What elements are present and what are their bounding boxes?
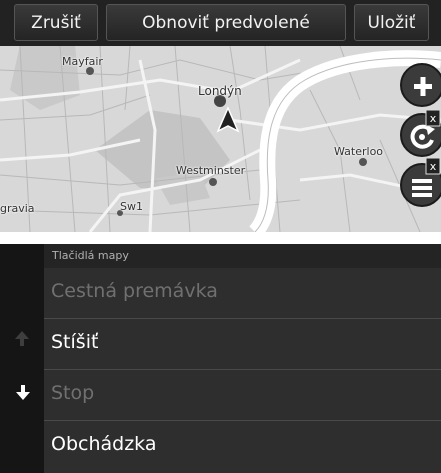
zoom-in-icon: [414, 77, 432, 96]
remove-badge-icon[interactable]: x: [425, 107, 441, 127]
zoom-in-button[interactable]: [400, 63, 441, 107]
scroll-down-icon[interactable]: [15, 384, 31, 402]
map-buttons-menu: Tlačidlá mapy Cestná premávka Stíšiť Sto…: [0, 244, 441, 473]
list-item-detour[interactable]: Obchádzka: [44, 421, 441, 472]
svg-text:x: x: [430, 112, 437, 125]
list-item-traffic[interactable]: Cestná premávka: [44, 268, 441, 319]
list-item-label: Cestná premávka: [51, 280, 218, 302]
map-label: Mayfair: [62, 55, 103, 68]
save-button[interactable]: Uložiť: [354, 4, 429, 41]
menu-list: Tlačidlá mapy Cestná premávka Stíšiť Sto…: [44, 244, 441, 473]
list-item-mute[interactable]: Stíšiť: [44, 319, 441, 370]
list-item-stop[interactable]: Stop: [44, 370, 441, 421]
map-label: gravia: [0, 202, 35, 215]
map-edit-panel: Mayfair Londýn Westminster Waterloo Sw1 …: [0, 0, 441, 232]
map-label: Waterloo: [334, 145, 384, 158]
edit-toolbar: Zrušiť Obnoviť predvolené Uložiť: [0, 0, 441, 46]
svg-text:x: x: [430, 160, 437, 173]
map-label: Westminster: [176, 164, 246, 177]
scroll-strip: [0, 244, 44, 473]
cancel-button[interactable]: Zrušiť: [14, 4, 98, 41]
scroll-up-icon[interactable]: [14, 329, 30, 347]
list-item-label: Stop: [51, 382, 95, 404]
map-label: Sw1: [120, 200, 143, 213]
restore-defaults-button[interactable]: Obnoviť predvolené: [106, 4, 346, 41]
list-item-label: Obchádzka: [51, 433, 157, 455]
menu-header: Tlačidlá mapy: [44, 244, 441, 268]
remove-badge-icon[interactable]: x: [425, 155, 441, 175]
map-label: Londýn: [198, 84, 242, 98]
menu-header-label: Tlačidlá mapy: [52, 249, 129, 262]
list-item-label: Stíšiť: [51, 331, 99, 353]
